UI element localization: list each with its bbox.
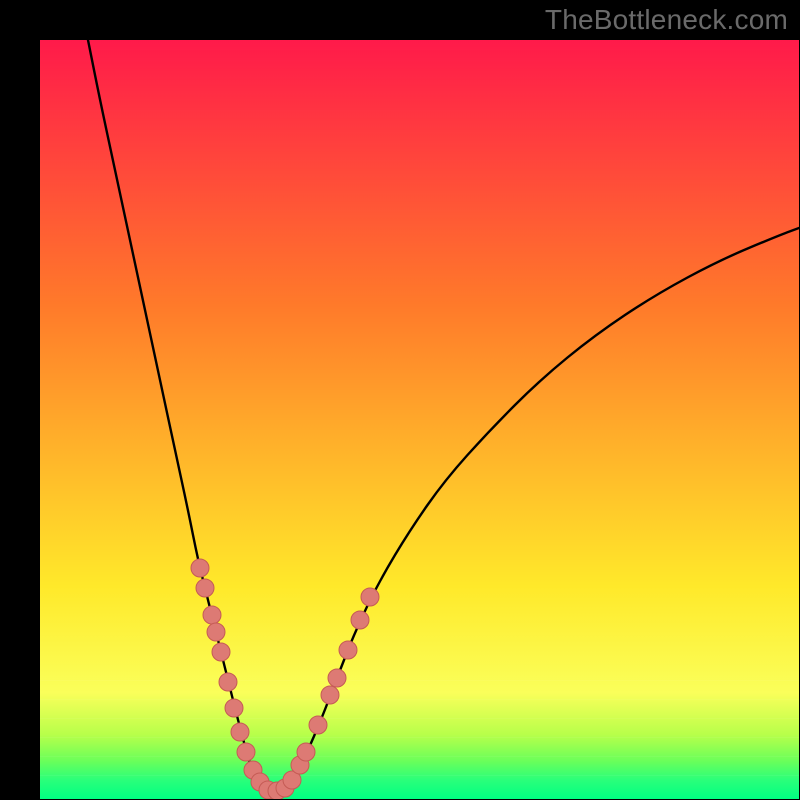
chart-canvas: TheBottleneck.com [0, 0, 800, 800]
dot-left-0 [191, 559, 209, 577]
dot-right-8 [351, 611, 369, 629]
dot-right-6 [328, 669, 346, 687]
dot-left-3 [207, 623, 225, 641]
watermark-text: TheBottleneck.com [545, 4, 788, 36]
curve-layer [40, 40, 799, 799]
dot-left-7 [231, 723, 249, 741]
dot-left-2 [203, 606, 221, 624]
dot-right-4 [309, 716, 327, 734]
dot-left-1 [196, 579, 214, 597]
dot-right-5 [321, 686, 339, 704]
dot-left-4 [212, 643, 230, 661]
dot-left-8 [237, 743, 255, 761]
dot-right-7 [339, 641, 357, 659]
plot-area [40, 40, 799, 799]
dot-left-6 [225, 699, 243, 717]
curve-left-curve [88, 40, 272, 792]
dot-right-9 [361, 588, 379, 606]
dot-left-5 [219, 673, 237, 691]
curve-right-curve [272, 228, 799, 792]
dot-right-3 [297, 743, 315, 761]
